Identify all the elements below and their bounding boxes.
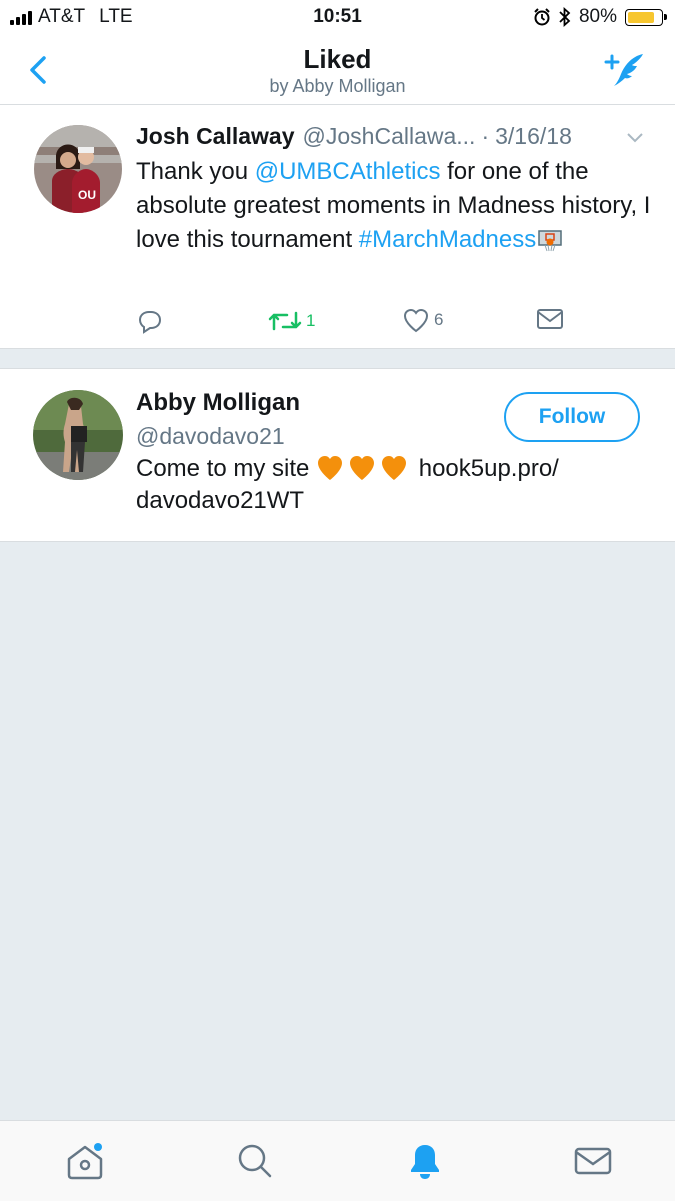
tweet-date: 3/16/18: [495, 123, 572, 149]
battery-percent: 80%: [578, 6, 617, 27]
tweet-date-separator: ·: [481, 123, 490, 149]
orange-heart-emoji-icon: [318, 456, 343, 480]
follow-button[interactable]: Follow: [504, 392, 640, 442]
orange-heart-emoji-icon: [350, 456, 375, 480]
direct-message-button[interactable]: [536, 307, 564, 331]
retweet-count: 1: [306, 311, 316, 330]
hashtag-link[interactable]: #MarchMadness: [359, 226, 536, 253]
like-button[interactable]: 6: [402, 307, 443, 333]
tweet-text: Thank you @UMBCAthletics for one of the …: [136, 155, 656, 257]
user-name[interactable]: Abby Molligan: [136, 389, 300, 417]
bio-link[interactable]: hook5up.pro/: [419, 455, 559, 482]
alarm-icon: [534, 8, 550, 26]
tweet-author-handle[interactable]: @JoshCallawa...: [303, 123, 476, 150]
navigation-bar: Liked by Abby Molligan: [0, 36, 675, 105]
tweet[interactable]: OU Josh Callaway @JoshCallawa... · 3/16/…: [0, 105, 675, 349]
avatar[interactable]: [33, 390, 123, 480]
reply-icon: [138, 311, 162, 334]
tweet-header: Josh Callaway @JoshCallawa... · 3/16/18: [136, 123, 572, 150]
retweet-icon: [268, 311, 302, 331]
avatar-photo: OU: [34, 125, 122, 213]
like-count: 6: [434, 310, 444, 329]
status-bar: AT&T LTE 10:51 80%: [0, 0, 675, 36]
bio-link-continued[interactable]: davodavo21WT: [136, 487, 304, 514]
tweet-author-name[interactable]: Josh Callaway: [136, 123, 295, 150]
search-icon: [238, 1144, 272, 1178]
user-handle[interactable]: @davodavo21: [136, 423, 285, 450]
svg-text:OU: OU: [78, 188, 96, 202]
compose-tweet-icon: [604, 54, 643, 86]
tweet-menu-chevron-icon[interactable]: [625, 129, 645, 145]
bio-text: Come to my site: [136, 455, 317, 482]
user-bio: Come to my site hook5up.pro/ davodavo21W…: [136, 453, 636, 517]
messages-icon: [574, 1147, 612, 1175]
like-heart-icon: [403, 308, 429, 333]
tab-messages[interactable]: [573, 1141, 613, 1181]
tab-search[interactable]: [235, 1141, 275, 1181]
tab-home[interactable]: [65, 1141, 105, 1181]
tab-notifications[interactable]: [405, 1141, 445, 1181]
home-icon: [67, 1143, 103, 1180]
tweet-text-prefix: Thank you: [136, 158, 255, 185]
avatar[interactable]: OU: [34, 125, 122, 213]
retweet-button[interactable]: 1: [268, 307, 315, 335]
notifications-icon: [411, 1145, 439, 1179]
user-card[interactable]: Abby Molligan @davodavo21 Come to my sit…: [0, 368, 675, 542]
status-right: 80%: [533, 6, 667, 28]
basketball-hoop-emoji-icon: [538, 229, 562, 251]
avatar-photo: [33, 390, 123, 480]
page-subtitle: by Abby Molligan: [269, 76, 406, 96]
battery-icon: [625, 8, 667, 26]
bluetooth-icon: [559, 7, 571, 27]
envelope-icon: [537, 309, 563, 329]
orange-heart-emoji-icon: [382, 456, 407, 480]
mention-link[interactable]: @UMBCAthletics: [255, 158, 441, 185]
page-title: Liked: [303, 44, 372, 74]
reply-button[interactable]: [136, 307, 168, 335]
compose-tweet-button[interactable]: [603, 50, 647, 90]
tab-bar: [0, 1120, 675, 1201]
tweet-actions: 1 6: [136, 307, 596, 337]
